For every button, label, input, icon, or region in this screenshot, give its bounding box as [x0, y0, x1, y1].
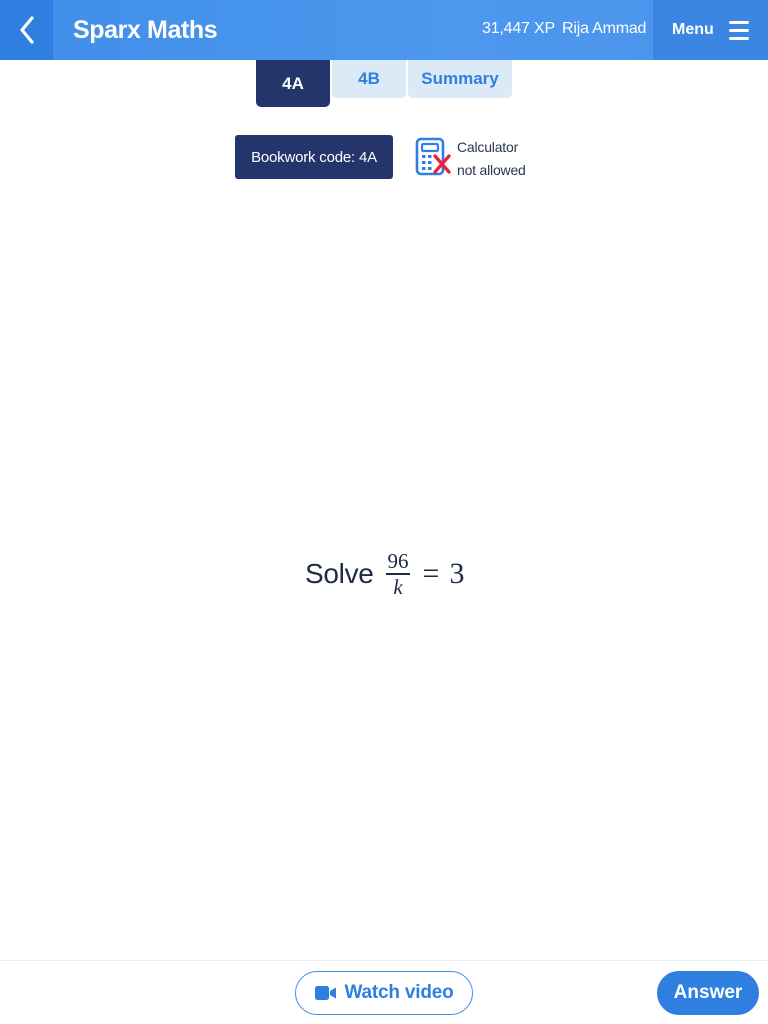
xp-count: 31,447 XP	[482, 20, 555, 37]
fraction-numerator: 96	[387, 549, 409, 574]
bookwork-code-badge: Bookwork code: 4A	[235, 135, 393, 179]
question-text: Solve 96 k = 3	[305, 548, 464, 600]
tab-summary[interactable]: Summary	[408, 60, 512, 98]
chevron-left-icon	[19, 16, 34, 44]
app-title: Sparx Maths	[73, 15, 218, 44]
menu-button[interactable]: Menu	[653, 0, 768, 60]
user-name: Rija Ammad	[562, 20, 647, 37]
footer-divider	[0, 960, 768, 961]
video-camera-icon	[314, 986, 336, 1000]
fraction: 96 k	[386, 550, 411, 598]
calculator-label: Calculator	[457, 139, 519, 155]
menu-label: Menu	[672, 21, 714, 38]
tab-4b[interactable]: 4B	[332, 60, 406, 98]
calculator-status: Calculator not allowed	[457, 136, 526, 182]
hamburger-icon	[728, 20, 749, 40]
equals-sign: =	[422, 557, 440, 590]
watch-video-label: Watch video	[344, 982, 454, 1003]
calculator-not-allowed-icon	[415, 137, 451, 176]
right-hand-side: 3	[449, 557, 465, 590]
tab-4a[interactable]: 4A	[256, 60, 330, 107]
watch-video-button[interactable]: Watch video	[295, 971, 473, 1015]
fraction-denominator: k	[393, 574, 403, 599]
top-bar: Sparx Maths 31,447 XP Rija Ammad Menu	[0, 0, 768, 60]
calculator-not-allowed-label: not allowed	[457, 162, 526, 178]
back-button[interactable]	[0, 0, 53, 60]
question-prefix: Solve	[305, 558, 374, 589]
answer-button[interactable]: Answer	[657, 971, 759, 1015]
